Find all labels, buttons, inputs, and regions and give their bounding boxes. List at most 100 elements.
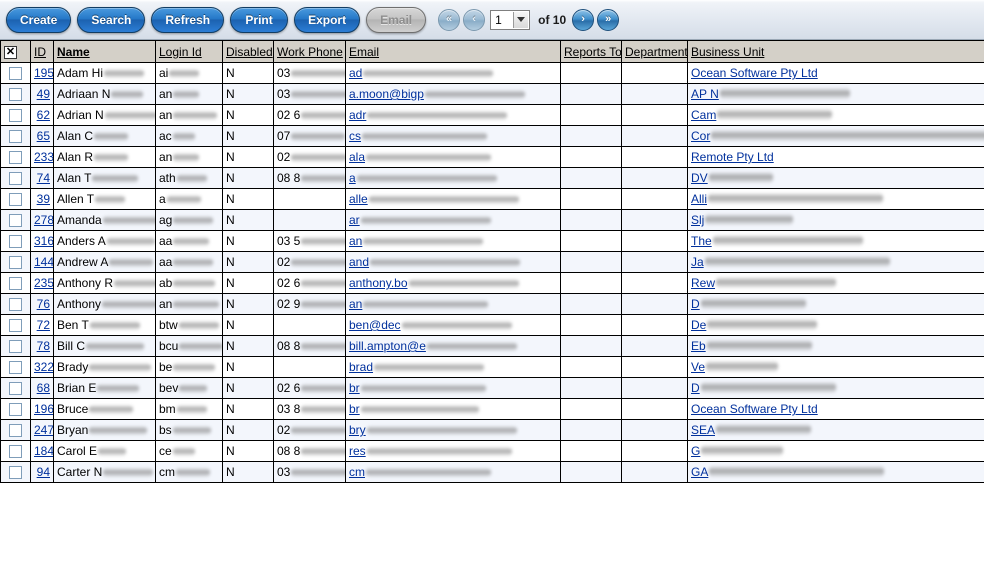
row-checkbox[interactable] xyxy=(9,151,22,165)
table-row[interactable]: 39 Allen T a Nalle Alli xyxy=(0,188,984,210)
id-link[interactable]: 72 xyxy=(37,318,50,332)
table-row[interactable]: 316 Anders A aa N 03 5 an The xyxy=(0,230,984,252)
id-link[interactable]: 233 xyxy=(34,150,53,164)
row-checkbox[interactable] xyxy=(9,67,22,81)
row-checkbox[interactable] xyxy=(9,256,22,270)
business-unit-link[interactable]: D xyxy=(691,297,700,311)
id-link[interactable]: 278 xyxy=(34,213,53,227)
row-checkbox[interactable] xyxy=(9,277,22,291)
business-unit-link[interactable]: Ja xyxy=(691,255,704,269)
id-link[interactable]: 196 xyxy=(34,402,53,416)
business-unit-link[interactable]: Ocean Software Pty Ltd xyxy=(691,66,818,80)
business-unit-link[interactable]: DV xyxy=(691,171,708,185)
row-select-cell[interactable] xyxy=(0,146,31,168)
column-header-id[interactable]: ID xyxy=(30,40,54,63)
column-header-login_id[interactable]: Login Id xyxy=(155,40,223,63)
id-link[interactable]: 184 xyxy=(34,444,53,458)
row-checkbox[interactable] xyxy=(9,130,22,144)
id-link[interactable]: 76 xyxy=(37,297,50,311)
column-header-reports_to[interactable]: Reports To xyxy=(560,40,622,63)
business-unit-link[interactable]: AP N xyxy=(691,87,719,101)
column-header-work_phone[interactable]: Work Phone xyxy=(273,40,346,63)
table-row[interactable]: 195 Adam Hi ai N 03 ad Ocean Software Pty Ltd xyxy=(0,62,984,84)
id-link[interactable]: 39 xyxy=(37,192,50,206)
row-select-cell[interactable] xyxy=(0,356,31,378)
email-link[interactable]: a.moon@bigp xyxy=(349,87,424,101)
email-link[interactable]: ala xyxy=(349,150,365,164)
business-unit-link[interactable]: Eb xyxy=(691,339,706,353)
email-link[interactable]: brad xyxy=(349,360,373,374)
row-checkbox[interactable] xyxy=(9,382,22,396)
business-unit-link[interactable]: D xyxy=(691,381,700,395)
row-select-cell[interactable] xyxy=(0,272,31,294)
table-row[interactable]: 322 Brady be Nbrad Ve xyxy=(0,356,984,378)
email-link[interactable]: ad xyxy=(349,66,362,80)
id-link[interactable]: 316 xyxy=(34,234,53,248)
email-link[interactable]: cm xyxy=(349,465,365,479)
next-page-button[interactable]: › xyxy=(572,8,595,31)
id-link[interactable]: 195 xyxy=(34,66,53,80)
column-header-business_unit[interactable]: Business Unit xyxy=(687,40,984,63)
create-button[interactable]: Create xyxy=(6,6,72,33)
id-link[interactable]: 62 xyxy=(37,108,50,122)
column-header-label[interactable]: Work Phone xyxy=(277,45,343,59)
row-checkbox[interactable] xyxy=(9,109,22,123)
column-header-label[interactable]: Department xyxy=(625,45,687,59)
row-select-cell[interactable] xyxy=(0,419,31,441)
id-link[interactable]: 49 xyxy=(37,87,50,101)
table-row[interactable]: 49 Adriaan N an N 03 a.moon@bigp AP N xyxy=(0,83,984,105)
table-row[interactable]: 78 Bill C bcu N 08 8 bill.ampton@e Eb xyxy=(0,335,984,357)
id-link[interactable]: 94 xyxy=(37,465,50,479)
table-row[interactable]: 144 Andrew A aa N 02 and Ja xyxy=(0,251,984,273)
row-checkbox[interactable] xyxy=(9,298,22,312)
row-select-cell[interactable] xyxy=(0,314,31,336)
column-header-email[interactable]: Email xyxy=(345,40,561,63)
email-link[interactable]: res xyxy=(349,444,366,458)
row-select-cell[interactable] xyxy=(0,230,31,252)
row-checkbox[interactable] xyxy=(9,172,22,186)
row-select-cell[interactable] xyxy=(0,104,31,126)
table-row[interactable]: 62 Adrian N an N 02 6 adr Cam xyxy=(0,104,984,126)
table-row[interactable]: 184 Carol E ce N 08 8 res G xyxy=(0,440,984,462)
row-select-cell[interactable] xyxy=(0,293,31,315)
table-row[interactable]: 68 Brian E bev N 02 6 br D xyxy=(0,377,984,399)
row-select-cell[interactable] xyxy=(0,398,31,420)
table-row[interactable]: 94 Carter N cm N 03 cm GA xyxy=(0,461,984,483)
email-link[interactable]: cs xyxy=(349,129,361,143)
row-select-cell[interactable] xyxy=(0,440,31,462)
first-page-button[interactable]: « xyxy=(438,8,461,31)
column-header-label[interactable]: Email xyxy=(349,45,379,59)
column-header-disabled[interactable]: Disabled xyxy=(222,40,274,63)
business-unit-link[interactable]: Cam xyxy=(691,108,716,122)
id-link[interactable]: 322 xyxy=(34,360,53,374)
table-row[interactable]: 235 Anthony R ab N 02 6 anthony.bo Rew xyxy=(0,272,984,294)
column-header-department[interactable]: Department xyxy=(621,40,688,63)
row-checkbox[interactable] xyxy=(9,403,22,417)
row-select-cell[interactable] xyxy=(0,251,31,273)
email-link[interactable]: a xyxy=(349,171,356,185)
row-select-cell[interactable] xyxy=(0,62,31,84)
business-unit-link[interactable]: Rew xyxy=(691,276,715,290)
print-button[interactable]: Print xyxy=(230,6,289,33)
table-row[interactable]: 278 Amanda ag Nar Slj xyxy=(0,209,984,231)
refresh-button[interactable]: Refresh xyxy=(151,6,225,33)
page-number-select[interactable]: 1 xyxy=(490,9,531,30)
business-unit-link[interactable]: Cor xyxy=(691,129,710,143)
id-link[interactable]: 74 xyxy=(37,171,50,185)
business-unit-link[interactable]: The xyxy=(691,234,712,248)
row-checkbox[interactable] xyxy=(9,424,22,438)
id-link[interactable]: 235 xyxy=(34,276,53,290)
table-row[interactable]: 247 Bryan bs N 02 bry SEA xyxy=(0,419,984,441)
row-checkbox[interactable] xyxy=(9,445,22,459)
row-checkbox[interactable] xyxy=(9,319,22,333)
row-checkbox[interactable] xyxy=(9,88,22,102)
business-unit-link[interactable]: Alli xyxy=(691,192,707,206)
row-checkbox[interactable] xyxy=(9,235,22,249)
email-link[interactable]: adr xyxy=(349,108,366,122)
email-link[interactable]: an xyxy=(349,297,362,311)
column-header-label[interactable]: Name xyxy=(57,45,90,59)
email-link[interactable]: bill.ampton@e xyxy=(349,339,426,353)
column-header-label[interactable]: Business Unit xyxy=(691,45,764,59)
table-row[interactable]: 72 Ben T btw Nben@dec De xyxy=(0,314,984,336)
row-select-cell[interactable] xyxy=(0,188,31,210)
